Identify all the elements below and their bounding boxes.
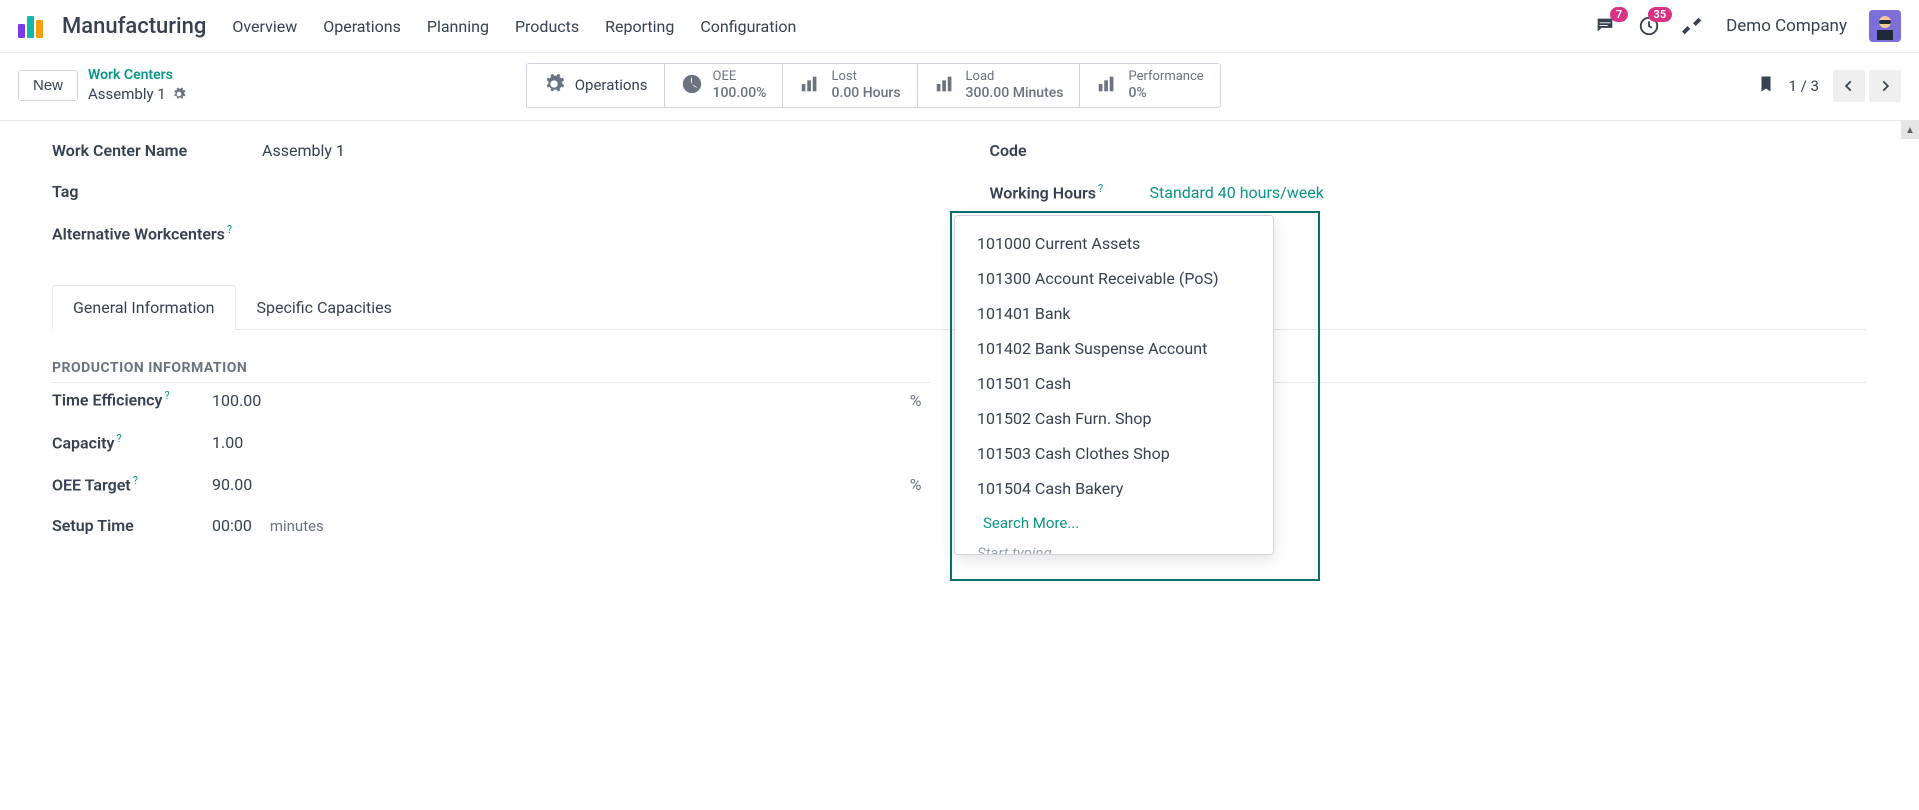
dropdown-panel[interactable]: 101000 Current Assets 101300 Account Rec… xyxy=(954,215,1274,555)
nav-operations[interactable]: Operations xyxy=(323,17,401,36)
working-hours-value[interactable]: Standard 40 hours/week xyxy=(1150,183,1324,202)
time-efficiency-label: Time Efficiency? xyxy=(52,389,212,409)
dropdown-item[interactable]: 101501 Cash xyxy=(955,366,1273,401)
nav-configuration[interactable]: Configuration xyxy=(700,17,796,36)
breadcrumb: Work Centers Assembly 1 xyxy=(88,67,186,103)
dropdown-item[interactable]: 101402 Bank Suspense Account xyxy=(955,331,1273,366)
dropdown-item[interactable]: 101503 Cash Clothes Shop xyxy=(955,436,1273,471)
nav-reporting[interactable]: Reporting xyxy=(605,17,674,36)
avatar[interactable] xyxy=(1869,10,1901,42)
stat-lost-label: Lost xyxy=(831,70,900,85)
pager: 1 / 3 xyxy=(1757,70,1902,102)
stat-performance-value: 0% xyxy=(1128,85,1203,101)
capacity-value[interactable]: 1.00 xyxy=(212,433,243,452)
expense-account-dropdown: 101000 Current Assets 101300 Account Rec… xyxy=(950,211,1320,581)
dropdown-search-more[interactable]: Search More... xyxy=(955,506,1273,540)
pager-next-button[interactable] xyxy=(1869,70,1901,102)
dropdown-item[interactable]: 101401 Bank xyxy=(955,296,1273,331)
page-position[interactable]: 1 / 3 xyxy=(1789,77,1820,95)
stat-oee-value: 100.00% xyxy=(713,85,767,101)
time-efficiency-value[interactable]: 100.00 xyxy=(212,391,261,410)
app-title: Manufacturing xyxy=(62,14,206,39)
stat-oee-label: OEE xyxy=(713,70,767,85)
time-efficiency-unit: % xyxy=(910,391,930,410)
setup-time-label: Setup Time xyxy=(52,516,212,535)
stat-operations-label: Operations xyxy=(575,77,648,94)
activities-icon[interactable]: 35 xyxy=(1638,15,1660,37)
dropdown-item[interactable]: 101000 Current Assets xyxy=(955,226,1273,261)
gear-icon xyxy=(543,73,565,99)
tag-label: Tag xyxy=(52,182,262,201)
setup-time-unit: minutes xyxy=(270,517,324,535)
bars-icon xyxy=(1096,73,1118,99)
dropdown-start-typing: Start typing... xyxy=(955,540,1273,555)
bookmark-icon[interactable] xyxy=(1757,73,1775,99)
stat-operations[interactable]: Operations xyxy=(526,63,665,108)
nav-overview[interactable]: Overview xyxy=(232,17,297,36)
capacity-label: Capacity? xyxy=(52,432,212,452)
oee-target-value[interactable]: 90.00 xyxy=(212,475,252,494)
working-hours-label: Working Hours? xyxy=(990,182,1150,202)
bars-icon xyxy=(934,73,956,99)
control-bar: New Work Centers Assembly 1 Operations O… xyxy=(0,53,1919,121)
gear-icon[interactable] xyxy=(172,87,186,101)
dropdown-item[interactable]: 101300 Account Receivable (PoS) xyxy=(955,261,1273,296)
stat-buttons: Operations OEE 100.00% Lost 0.00 Hours xyxy=(526,63,1221,108)
pager-prev-button[interactable] xyxy=(1833,70,1865,102)
dropdown-item[interactable]: 101502 Cash Furn. Shop xyxy=(955,401,1273,436)
tab-general-information[interactable]: General Information xyxy=(52,285,236,330)
nav-right: 7 35 Demo Company xyxy=(1594,10,1901,42)
help-icon[interactable]: ? xyxy=(1098,182,1103,195)
alt-workcenters-label: Alternative Workcenters? xyxy=(52,223,262,243)
production-section-title: PRODUCTION INFORMATION xyxy=(52,360,930,383)
app-logo-icon[interactable] xyxy=(18,14,48,38)
company-name[interactable]: Demo Company xyxy=(1726,16,1847,36)
activities-badge: 35 xyxy=(1648,7,1673,22)
work-center-name-value[interactable]: Assembly 1 xyxy=(262,141,345,160)
work-center-name-label: Work Center Name xyxy=(52,141,262,160)
stat-load[interactable]: Load 300.00 Minutes xyxy=(917,63,1081,108)
tools-icon[interactable] xyxy=(1682,15,1704,37)
breadcrumb-current: Assembly 1 xyxy=(88,85,186,104)
stat-performance[interactable]: Performance 0% xyxy=(1079,63,1220,108)
messages-icon[interactable]: 7 xyxy=(1594,15,1616,37)
breadcrumb-current-text: Assembly 1 xyxy=(88,85,166,104)
help-icon[interactable]: ? xyxy=(116,432,121,445)
stat-load-label: Load xyxy=(966,70,1064,85)
oee-target-unit: % xyxy=(910,475,930,494)
help-icon[interactable]: ? xyxy=(133,474,138,487)
help-icon[interactable]: ? xyxy=(164,389,169,402)
stat-load-value: 300.00 Minutes xyxy=(966,85,1064,101)
messages-badge: 7 xyxy=(1610,7,1628,22)
nav-links: Overview Operations Planning Products Re… xyxy=(232,17,796,36)
oee-target-label: OEE Target? xyxy=(52,474,212,494)
stat-lost-value: 0.00 Hours xyxy=(831,85,900,101)
setup-time-value[interactable]: 00:00 xyxy=(212,516,252,535)
bars-icon xyxy=(799,73,821,99)
nav-products[interactable]: Products xyxy=(515,17,579,36)
navbar: Manufacturing Overview Operations Planni… xyxy=(0,0,1919,53)
stat-lost[interactable]: Lost 0.00 Hours xyxy=(782,63,917,108)
form-sheet: Work Center Name Assembly 1 Tag Alternat… xyxy=(0,121,1919,597)
dropdown-item[interactable]: 101504 Cash Bakery xyxy=(955,471,1273,506)
help-icon[interactable]: ? xyxy=(227,223,232,236)
stat-performance-label: Performance xyxy=(1128,70,1203,85)
code-label: Code xyxy=(990,141,1150,160)
new-button[interactable]: New xyxy=(18,70,78,101)
stat-oee[interactable]: OEE 100.00% xyxy=(664,63,784,108)
pie-icon xyxy=(681,73,703,99)
nav-planning[interactable]: Planning xyxy=(427,17,489,36)
breadcrumb-parent[interactable]: Work Centers xyxy=(88,67,186,85)
tab-specific-capacities[interactable]: Specific Capacities xyxy=(236,285,413,330)
